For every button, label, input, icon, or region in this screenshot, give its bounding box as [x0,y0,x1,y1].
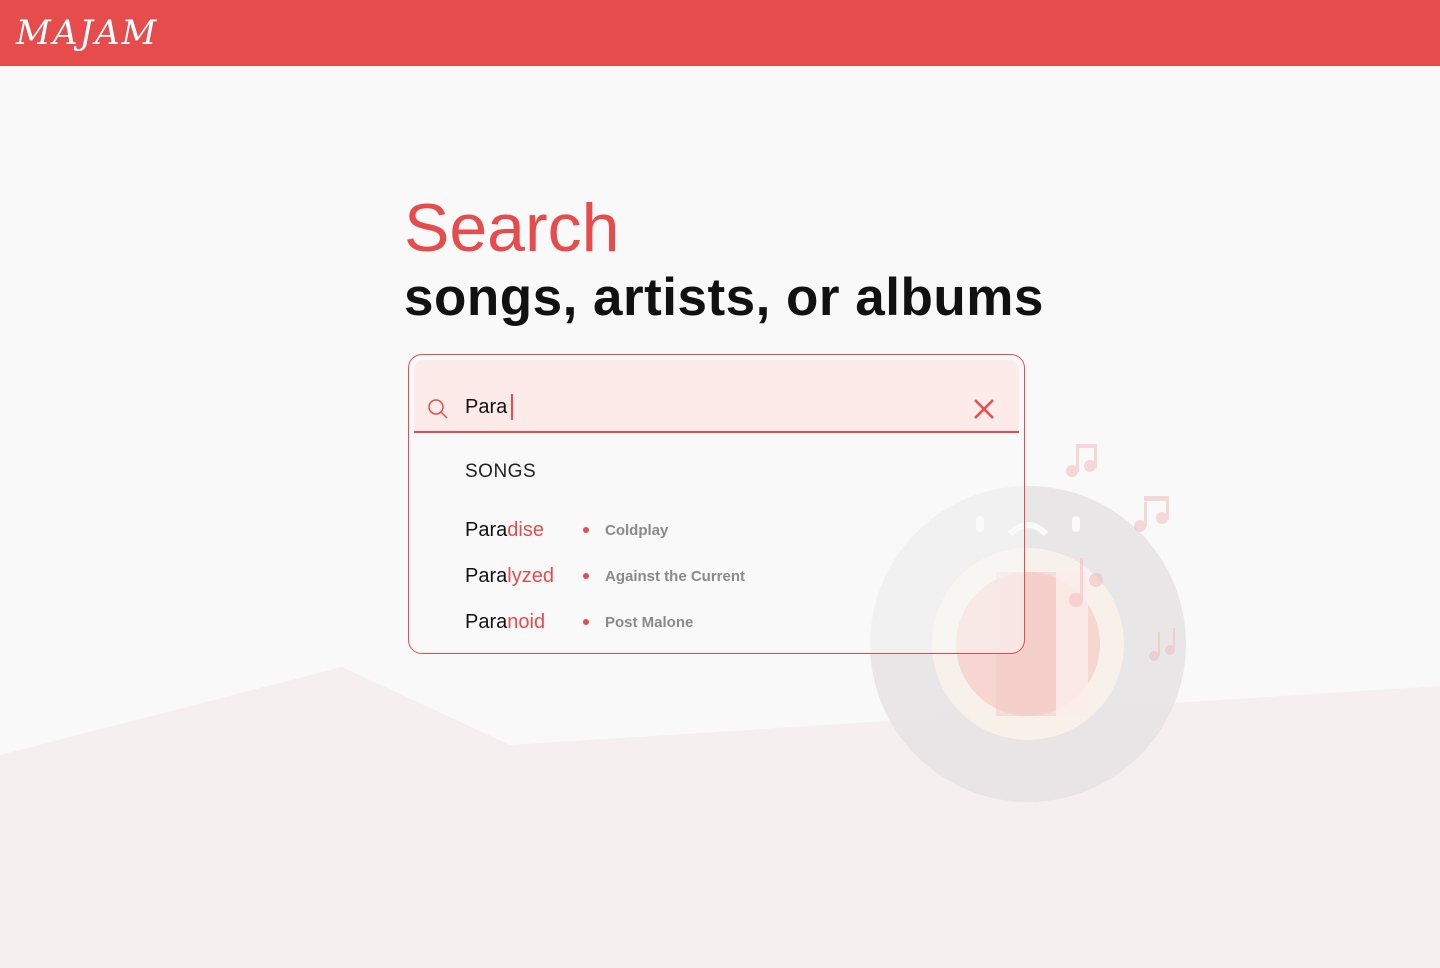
search-query[interactable]: Para [465,394,514,420]
artist-name: Against the Current [605,567,746,585]
list-item[interactable]: Paralyzed Against the Current [465,553,1005,599]
search-page: MAJAM Search songs, artists, or albums P… [0,0,1440,968]
song-title: Paralyzed [465,565,583,588]
search-input[interactable]: Para [414,360,1019,433]
list-item[interactable]: Paranoid Post Malone [465,599,1005,645]
close-icon[interactable] [971,396,997,422]
app-logo[interactable]: MAJAM [16,8,176,58]
page-title: Search [404,190,620,266]
song-title-rest: noid [507,610,546,633]
song-results: Paradise Coldplay Paralyzed Against the … [465,507,1005,645]
song-title-rest: lyzed [507,564,554,587]
bullet-dot [583,573,589,579]
search-icon [428,399,448,419]
artist-name: Coldplay [605,521,669,539]
page-subtitle: songs, artists, or albums [404,268,1044,327]
song-title-match: Para [465,564,508,587]
search-query-text: Para [465,396,508,418]
list-item[interactable]: Paradise Coldplay [465,507,1005,553]
song-title-match: Para [465,610,508,633]
bullet-dot [583,619,589,625]
search-panel: Para SONGS Paradise Coldplay Paralyzed A… [408,354,1025,654]
bullet-dot [583,527,589,533]
artist-name: Post Malone [605,613,694,631]
top-bar: MAJAM [0,0,1440,66]
song-title-rest: dise [507,518,544,541]
song-title: Paradise [465,519,583,542]
text-caret [511,394,514,420]
song-title: Paranoid [465,611,583,634]
song-title-match: Para [465,518,508,541]
section-label-songs: SONGS [465,461,537,482]
hero-heading: Search songs, artists, or albums [404,190,1104,330]
